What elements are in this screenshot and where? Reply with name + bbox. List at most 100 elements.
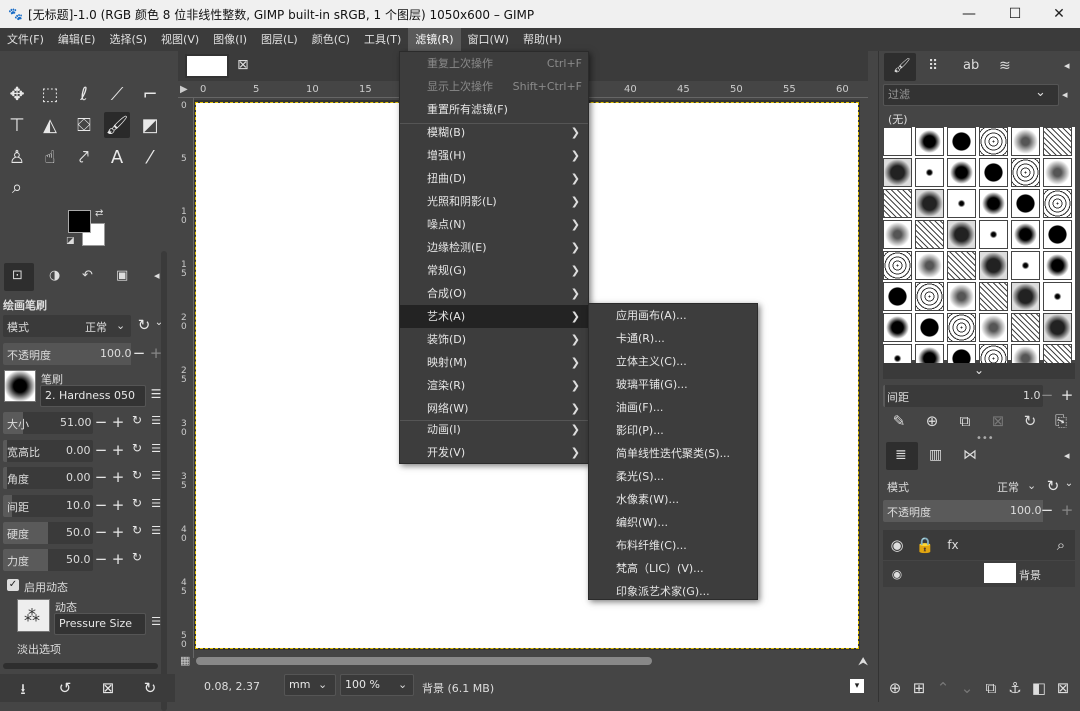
- smudge-tool-icon[interactable]: ☝: [37, 144, 63, 170]
- brush-cell[interactable]: [947, 158, 976, 187]
- images-icon[interactable]: ▣: [116, 268, 128, 283]
- paintbrush-tool-icon[interactable]: 🖌: [104, 112, 130, 138]
- submenu-item-photocopy[interactable]: 影印(P)...: [589, 419, 757, 442]
- reset-icon[interactable]: ↻: [129, 468, 145, 482]
- foreground-color-swatch[interactable]: [68, 210, 91, 233]
- brush-cell[interactable]: [883, 158, 912, 187]
- increment-icon[interactable]: +: [110, 413, 126, 431]
- submenu-item-softglow[interactable]: 柔光(S)...: [589, 465, 757, 488]
- brush-cell[interactable]: [883, 313, 912, 342]
- menu-tools[interactable]: 工具(T): [357, 28, 408, 51]
- brush-cell[interactable]: [979, 189, 1008, 218]
- brush-cell[interactable]: [1011, 251, 1040, 280]
- brush-cell[interactable]: [947, 127, 976, 156]
- menu-item-light-shadow[interactable]: 光照和阴影(L) ❯: [400, 190, 588, 213]
- menu-item-decor[interactable]: 装饰(D) ❯: [400, 328, 588, 351]
- lock-icon[interactable]: 🔒: [915, 535, 935, 555]
- submenu-item-van-gogh[interactable]: 梵高（LIC）(V)...: [589, 557, 757, 580]
- eraser-tool-icon[interactable]: ◩: [137, 112, 163, 138]
- menu-item-blur[interactable]: 模糊(B) ❯: [400, 121, 588, 144]
- brush-cell[interactable]: [1043, 189, 1072, 218]
- brush-cell[interactable]: [979, 220, 1008, 249]
- brush-cell[interactable]: [1011, 313, 1040, 342]
- chevron-down-icon[interactable]: ⌄: [116, 319, 125, 332]
- effects-icon[interactable]: fx: [943, 535, 963, 555]
- vertical-ruler[interactable]: 0 5 10 15 20 25 30 35 40 45 50: [178, 98, 194, 658]
- undo-history-icon[interactable]: ↶: [82, 268, 93, 283]
- menu-filters[interactable]: 滤镜(R): [408, 28, 461, 51]
- close-icon[interactable]: ⊠: [237, 57, 249, 73]
- submenu-item-weave[interactable]: 编织(W)...: [589, 511, 757, 534]
- fonts-icon[interactable]: ab: [963, 58, 979, 73]
- zoom-tool-icon[interactable]: ⌕: [4, 174, 30, 200]
- menu-item-enhance[interactable]: 增强(H) ❯: [400, 144, 588, 167]
- text-tool-icon[interactable]: A: [104, 144, 130, 170]
- crop-tool-icon[interactable]: ⌐: [137, 81, 163, 107]
- decrement-icon[interactable]: −: [1039, 501, 1055, 519]
- eye-icon[interactable]: ◉: [887, 535, 907, 555]
- reset-icon[interactable]: ↻: [129, 523, 145, 537]
- dynamics-name[interactable]: Pressure Size: [54, 613, 146, 635]
- brush-cell[interactable]: [915, 189, 944, 218]
- brush-cell[interactable]: [915, 220, 944, 249]
- decrement-icon[interactable]: −: [93, 496, 109, 514]
- new-brush-icon[interactable]: ⊕: [922, 411, 942, 431]
- reset-options-icon[interactable]: ↻: [142, 679, 158, 697]
- reset-icon[interactable]: ↻: [129, 413, 145, 427]
- menu-item-web[interactable]: 网络(W) ❯: [400, 397, 588, 420]
- submenu-item-clothify[interactable]: 布料纤维(C)...: [589, 534, 757, 557]
- brush-cell[interactable]: [1011, 127, 1040, 156]
- image-thumbnail[interactable]: [185, 54, 229, 78]
- brush-cell[interactable]: [883, 127, 912, 156]
- brush-cell[interactable]: [1043, 127, 1072, 156]
- menu-item-edge-detect[interactable]: 边缘检测(E) ❯: [400, 236, 588, 259]
- default-colors-icon[interactable]: ◪: [66, 236, 75, 246]
- mask-icon[interactable]: ◧: [1029, 678, 1049, 698]
- reset-icon[interactable]: ↻: [129, 496, 145, 510]
- menu-item-animation[interactable]: 动画(I) ❯: [400, 418, 588, 441]
- tab-menu-icon[interactable]: ◂: [154, 269, 160, 282]
- increment-icon[interactable]: +: [110, 468, 126, 486]
- mode-dropdown[interactable]: 正常: [85, 319, 107, 335]
- unified-transform-tool-icon[interactable]: ⊤: [4, 112, 30, 138]
- brush-cell[interactable]: [979, 313, 1008, 342]
- restore-options-icon[interactable]: ↺: [57, 679, 73, 697]
- increment-icon[interactable]: +: [1059, 386, 1075, 404]
- menu-item-reshow-last[interactable]: 显示上次操作 Shift+Ctrl+F: [400, 75, 588, 98]
- brush-cell[interactable]: [979, 158, 1008, 187]
- menu-item-combine[interactable]: 合成(O) ❯: [400, 282, 588, 305]
- menu-item-reset-all[interactable]: 重置所有滤镜(F): [400, 98, 588, 121]
- chevron-down-icon[interactable]: ⌄: [883, 363, 1075, 379]
- brush-cell[interactable]: [947, 313, 976, 342]
- warp-tool-icon[interactable]: ◭: [37, 112, 63, 138]
- brush-cell[interactable]: [1043, 251, 1072, 280]
- edit-brush-icon[interactable]: ✎: [889, 411, 909, 431]
- patterns-icon[interactable]: ⠿: [928, 58, 938, 74]
- reset-mode-icon[interactable]: ↻: [1045, 477, 1061, 495]
- menu-item-repeat-last[interactable]: 重复上次操作 Ctrl+F: [400, 52, 588, 75]
- dynamics-checkbox[interactable]: ✓: [7, 579, 19, 591]
- brush-cell[interactable]: [915, 251, 944, 280]
- paths-icon[interactable]: ⋈: [963, 447, 977, 463]
- submenu-item-slic[interactable]: 简单线性迭代聚类(S)...: [589, 442, 757, 465]
- bucket-fill-tool-icon[interactable]: ⛋: [71, 112, 97, 138]
- rect-select-tool-icon[interactable]: ⬚: [37, 81, 63, 107]
- brush-cell[interactable]: [883, 189, 912, 218]
- brush-cell[interactable]: [947, 251, 976, 280]
- maximize-button[interactable]: ☐: [992, 0, 1038, 28]
- chevron-down-icon[interactable]: ⌄: [1035, 85, 1046, 100]
- menu-windows[interactable]: 窗口(W): [461, 28, 516, 51]
- move-tool-icon[interactable]: ✥: [4, 81, 30, 107]
- submenu-item-cubism[interactable]: 立体主义(C)...: [589, 350, 757, 373]
- increment-icon[interactable]: +: [110, 523, 126, 541]
- increment-icon[interactable]: +: [110, 550, 126, 568]
- delete-brush-icon[interactable]: ⊠: [988, 411, 1008, 431]
- open-brush-editor-icon[interactable]: ⎘: [1051, 411, 1071, 431]
- brush-preview[interactable]: [4, 370, 36, 402]
- brush-cell[interactable]: [883, 251, 912, 280]
- visibility-icon[interactable]: ◉: [887, 564, 907, 584]
- close-button[interactable]: ✕: [1036, 0, 1080, 28]
- reset-mode-icon[interactable]: ↻: [136, 316, 152, 334]
- device-status-icon[interactable]: ◑: [49, 268, 60, 283]
- brush-filter-input[interactable]: 过滤: [883, 84, 1059, 106]
